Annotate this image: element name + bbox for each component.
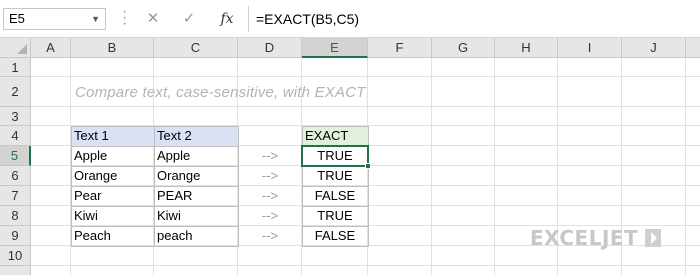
- cancel-icon[interactable]: ✕: [142, 8, 164, 30]
- formula-input[interactable]: =EXACT(B5,C5): [252, 8, 698, 30]
- row-header-2[interactable]: 2: [0, 77, 31, 107]
- select-all-icon: [17, 44, 27, 54]
- column-header-b[interactable]: B: [71, 38, 154, 58]
- name-box-value: E5: [9, 11, 25, 26]
- row-header-11[interactable]: [0, 266, 31, 275]
- exceljet-mark-icon: [645, 229, 662, 247]
- header-cell-exact[interactable]: EXACT: [302, 126, 368, 146]
- row-header-7[interactable]: 7: [0, 186, 31, 206]
- formula-bar-divider: [248, 6, 249, 32]
- insert-function-button[interactable]: fx: [215, 8, 239, 30]
- cell-c6[interactable]: Orange: [154, 166, 238, 186]
- gridline: [685, 58, 686, 275]
- cell-e9[interactable]: FALSE: [302, 226, 368, 246]
- chevron-down-icon[interactable]: ▼: [91, 9, 100, 29]
- gridline: [31, 265, 700, 266]
- header-cell-text2[interactable]: Text 2: [154, 126, 238, 146]
- column-header-c[interactable]: C: [154, 38, 238, 58]
- cell-d7[interactable]: -->: [238, 186, 302, 206]
- column-header-h[interactable]: H: [495, 38, 558, 58]
- row-header-3[interactable]: 3: [0, 107, 31, 126]
- cell-d6[interactable]: -->: [238, 166, 302, 186]
- cell-e6[interactable]: TRUE: [302, 166, 368, 186]
- cell-e5[interactable]: TRUE: [302, 146, 368, 166]
- column-header-f[interactable]: F: [368, 38, 432, 58]
- cell-e8[interactable]: TRUE: [302, 206, 368, 226]
- formula-bar-grip-icon: · · ·: [122, 3, 128, 32]
- fill-handle[interactable]: [365, 163, 371, 169]
- row-header-1[interactable]: 1: [0, 58, 31, 77]
- row-header-10[interactable]: 10: [0, 246, 31, 266]
- gridline: [494, 58, 495, 275]
- row-header-6[interactable]: 6: [0, 166, 31, 186]
- gridline: [31, 106, 700, 107]
- sheet-title[interactable]: Compare text, case-sensitive, with EXACT: [75, 82, 475, 104]
- column-header-i[interactable]: I: [558, 38, 622, 58]
- cell-b8[interactable]: Kiwi: [71, 206, 154, 226]
- column-header-d[interactable]: D: [238, 38, 302, 58]
- row-header-4[interactable]: 4: [0, 126, 31, 146]
- row-header-8[interactable]: 8: [0, 206, 31, 226]
- column-header-a[interactable]: A: [31, 38, 71, 58]
- cell-b5[interactable]: Apple: [71, 146, 154, 166]
- row-header-5[interactable]: 5: [0, 146, 31, 166]
- cell-c8[interactable]: Kiwi: [154, 206, 238, 226]
- cell-e7[interactable]: FALSE: [302, 186, 368, 206]
- column-header-g[interactable]: G: [432, 38, 495, 58]
- cell-c5[interactable]: Apple: [154, 146, 238, 166]
- gridline: [31, 76, 700, 77]
- formula-bar: E5 ▼ · · · ✕ ✓ fx =EXACT(B5,C5): [0, 0, 700, 38]
- column-header-k[interactable]: [686, 38, 700, 58]
- cell-d9[interactable]: -->: [238, 226, 302, 246]
- exceljet-logo: EXCELJET: [530, 224, 662, 252]
- worksheet-grid[interactable]: A B C D E F G H I J 1 2 3 4 5 6 7 8 9 10…: [0, 38, 700, 275]
- cell-d5[interactable]: -->: [238, 146, 302, 166]
- cell-c9[interactable]: peach: [154, 226, 238, 246]
- cell-d8[interactable]: -->: [238, 206, 302, 226]
- enter-icon[interactable]: ✓: [178, 8, 200, 30]
- row-header-9[interactable]: 9: [0, 226, 31, 246]
- logo-text: EXCELJET: [530, 226, 639, 250]
- select-all-button[interactable]: [0, 38, 31, 58]
- cell-b9[interactable]: Peach: [71, 226, 154, 246]
- header-cell-text1[interactable]: Text 1: [71, 126, 154, 146]
- cell-c7[interactable]: PEAR: [154, 186, 238, 206]
- column-header-e[interactable]: E: [302, 38, 368, 58]
- name-box[interactable]: E5 ▼: [3, 8, 106, 30]
- cell-b6[interactable]: Orange: [71, 166, 154, 186]
- cell-b7[interactable]: Pear: [71, 186, 154, 206]
- column-header-j[interactable]: J: [622, 38, 686, 58]
